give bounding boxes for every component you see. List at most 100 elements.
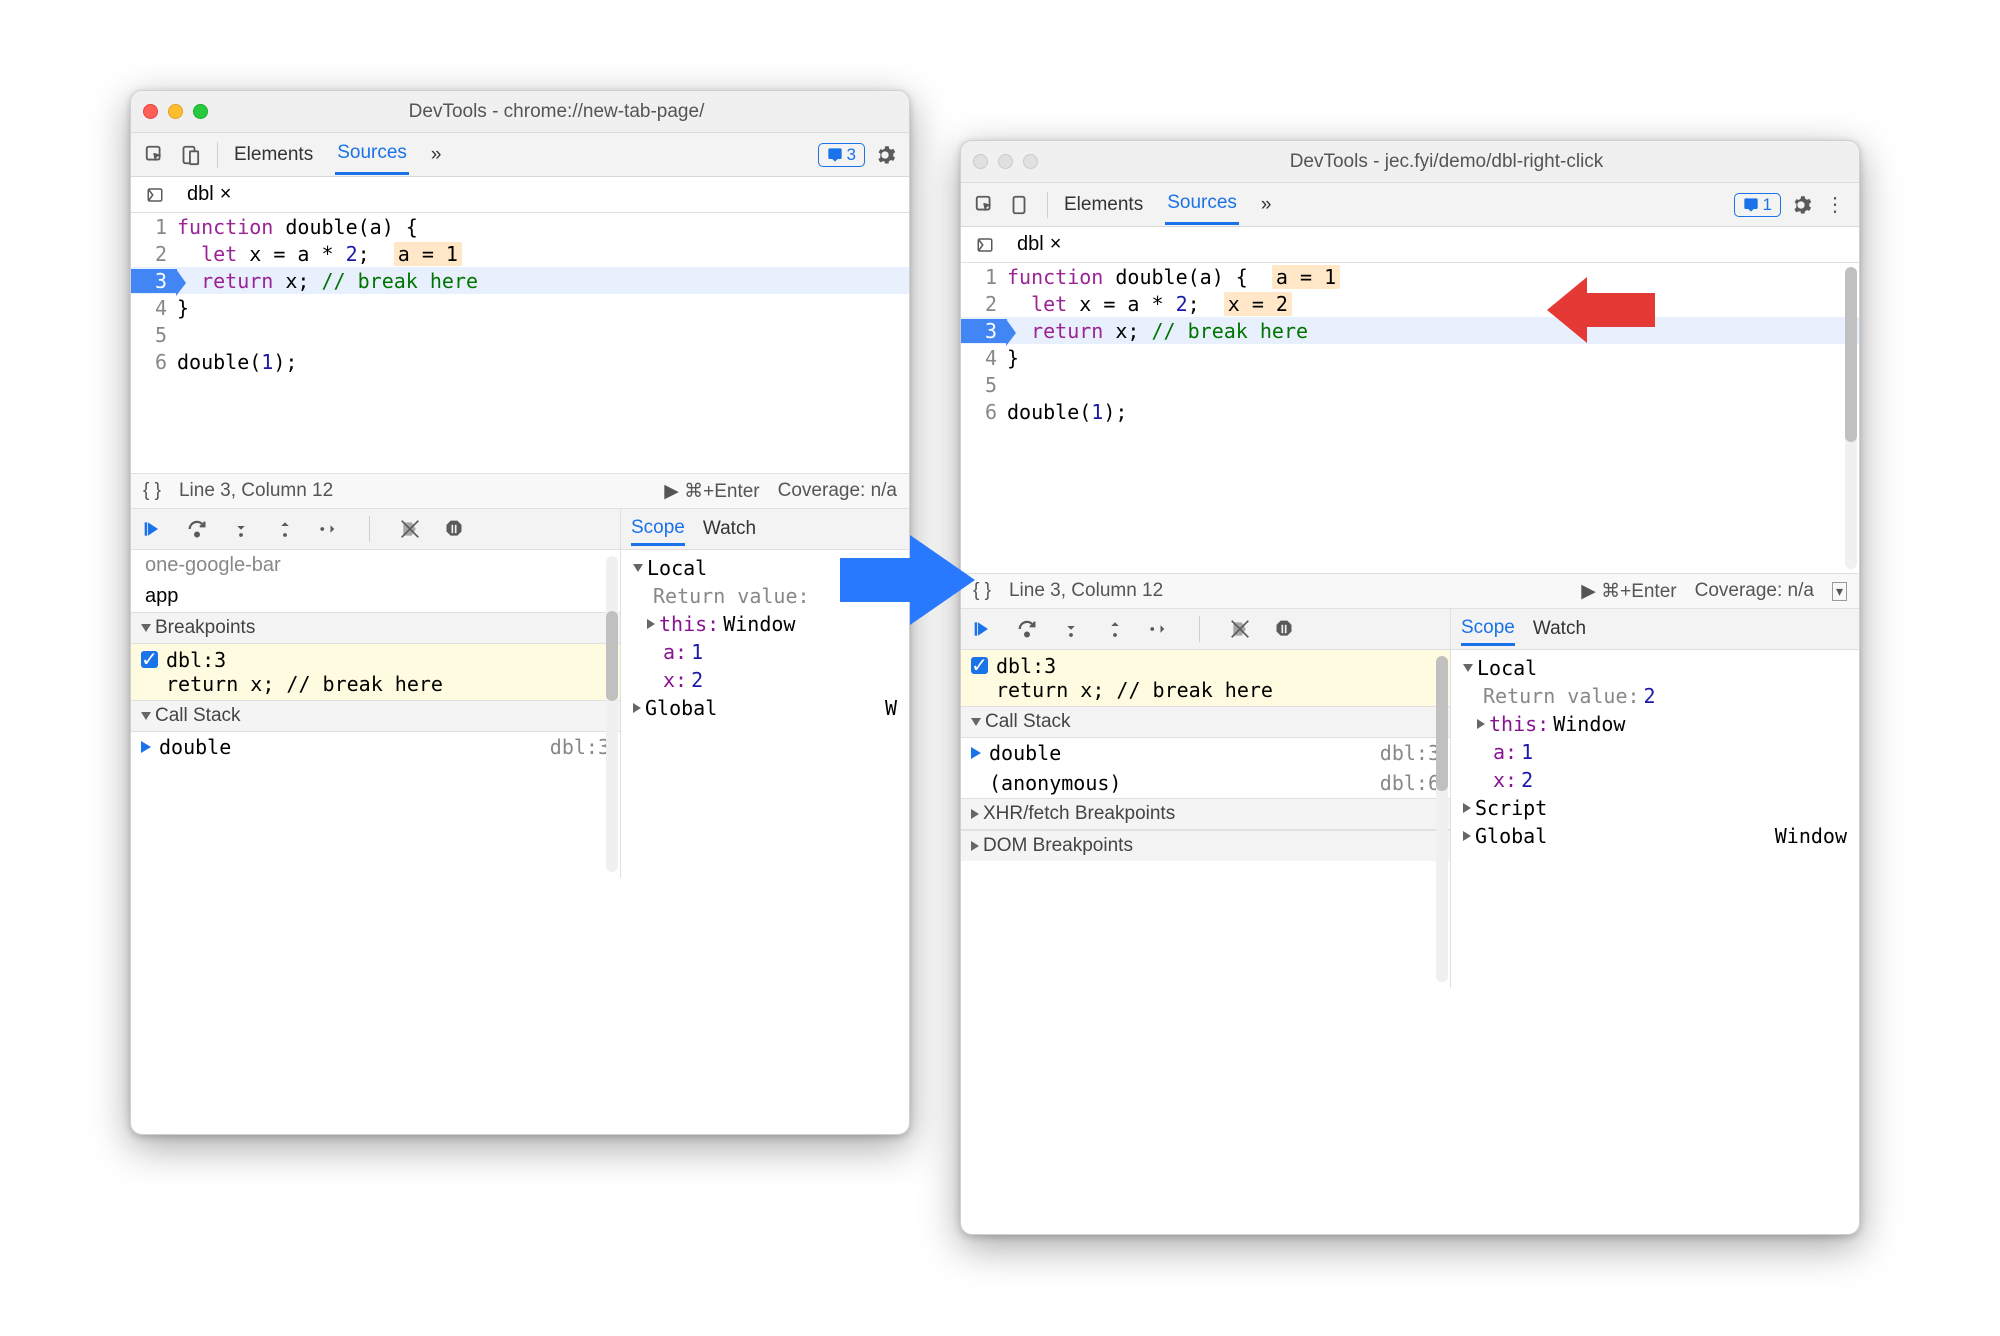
xhr-breakpoints-header[interactable]: XHR/fetch Breakpoints bbox=[961, 798, 1450, 830]
navigator-icon[interactable] bbox=[142, 182, 167, 207]
chevron-right-icon bbox=[633, 703, 641, 713]
scope-global[interactable]: GlobalW bbox=[623, 694, 907, 722]
inline-value-a: a = 1 bbox=[1272, 265, 1340, 289]
navigator-icon[interactable] bbox=[972, 232, 997, 257]
callstack-header[interactable]: Call Stack bbox=[131, 700, 620, 732]
main-toolbar: Elements Sources » 1 ⋮ bbox=[961, 183, 1859, 227]
expand-icon[interactable]: ▾ bbox=[1832, 582, 1847, 601]
current-frame-icon bbox=[141, 741, 151, 753]
device-icon[interactable] bbox=[175, 141, 203, 169]
tab-scope[interactable]: Scope bbox=[631, 517, 685, 546]
stack-frame[interactable]: double dbl:3 bbox=[961, 738, 1450, 768]
code-editor[interactable]: 1function double(a) { a = 1 2 let x = a … bbox=[961, 263, 1859, 573]
scope-var-x[interactable]: x: 2 bbox=[1453, 766, 1857, 794]
debugger-toolbar bbox=[131, 508, 620, 550]
scope-this[interactable]: this: Window bbox=[1453, 710, 1857, 738]
window-close[interactable] bbox=[973, 154, 988, 169]
chevron-right-icon bbox=[1463, 803, 1471, 813]
scrollbar[interactable] bbox=[1845, 267, 1857, 569]
tab-watch[interactable]: Watch bbox=[1533, 618, 1586, 640]
inspect-icon[interactable] bbox=[971, 191, 999, 219]
titlebar[interactable]: DevTools - jec.fyi/demo/dbl-right-click bbox=[961, 141, 1859, 183]
editor-statusbar: { } Line 3, Column 12 ▶ ⌘+Enter Coverage… bbox=[961, 573, 1859, 608]
device-icon[interactable] bbox=[1005, 191, 1033, 219]
titlebar[interactable]: DevTools - chrome://new-tab-page/ bbox=[131, 91, 909, 133]
window-maximize[interactable] bbox=[193, 104, 208, 119]
deactivate-bp-icon[interactable] bbox=[1228, 617, 1252, 641]
tab-more[interactable]: » bbox=[429, 136, 444, 174]
issues-badge[interactable]: 3 bbox=[818, 143, 865, 167]
tab-watch[interactable]: Watch bbox=[703, 518, 756, 540]
resume-icon[interactable] bbox=[141, 517, 165, 541]
step-into-icon[interactable] bbox=[229, 517, 253, 541]
pause-exception-icon[interactable] bbox=[442, 517, 466, 541]
scrollbar[interactable] bbox=[1436, 656, 1448, 982]
tab-elements[interactable]: Elements bbox=[1062, 186, 1145, 224]
debugger-toolbar bbox=[961, 608, 1450, 650]
chevron-down-icon bbox=[971, 718, 981, 726]
more-icon[interactable]: ⋮ bbox=[1821, 191, 1849, 219]
scope-global[interactable]: GlobalWindow bbox=[1453, 822, 1857, 850]
inspect-icon[interactable] bbox=[141, 141, 169, 169]
cursor-position: Line 3, Column 12 bbox=[1009, 580, 1163, 602]
scope-var-a[interactable]: a: 1 bbox=[1453, 738, 1857, 766]
chevron-right-icon bbox=[971, 809, 979, 819]
callstack-header[interactable]: Call Stack bbox=[961, 706, 1450, 738]
step-into-icon[interactable] bbox=[1059, 617, 1083, 641]
window-title: DevTools - jec.fyi/demo/dbl-right-click bbox=[1046, 151, 1847, 173]
deactivate-bp-icon[interactable] bbox=[398, 517, 422, 541]
tab-scope[interactable]: Scope bbox=[1461, 617, 1515, 646]
tab-more[interactable]: » bbox=[1259, 186, 1274, 224]
inline-value-a: a = 1 bbox=[394, 242, 462, 266]
stack-frame[interactable]: double dbl:3 bbox=[131, 732, 620, 762]
dom-breakpoints-header[interactable]: DOM Breakpoints bbox=[961, 830, 1450, 861]
main-toolbar: Elements Sources » 3 bbox=[131, 133, 909, 177]
tab-elements[interactable]: Elements bbox=[232, 136, 315, 174]
chevron-down-icon bbox=[1463, 664, 1473, 672]
scope-tabbar: Scope Watch bbox=[1451, 608, 1859, 650]
transition-arrow-icon bbox=[840, 530, 980, 635]
current-frame-icon bbox=[971, 747, 981, 759]
cursor-position: Line 3, Column 12 bbox=[179, 480, 333, 502]
breakpoint-item[interactable]: ✓ dbl:3 return x; // break here bbox=[131, 644, 620, 700]
window-minimize[interactable] bbox=[168, 104, 183, 119]
stack-frame[interactable]: (anonymous) dbl:6 bbox=[961, 768, 1450, 798]
issues-badge[interactable]: 1 bbox=[1734, 193, 1781, 217]
braces-icon[interactable]: { } bbox=[143, 480, 161, 502]
scope-var-x[interactable]: x: 2 bbox=[623, 666, 907, 694]
breakpoint-item[interactable]: ✓ dbl:3 return x; // break here bbox=[961, 650, 1450, 706]
settings-icon[interactable] bbox=[1787, 191, 1815, 219]
pause-exception-icon[interactable] bbox=[1272, 617, 1296, 641]
scope-local[interactable]: Local bbox=[1453, 654, 1857, 682]
app-row[interactable]: app bbox=[131, 581, 620, 612]
breakpoint-checkbox[interactable]: ✓ bbox=[141, 651, 158, 668]
step-icon[interactable] bbox=[317, 517, 341, 541]
tab-sources[interactable]: Sources bbox=[335, 134, 409, 175]
code-editor[interactable]: 1function double(a) { 2 let x = a * 2; a… bbox=[131, 213, 909, 473]
file-tab-bar: dbl × bbox=[131, 177, 909, 213]
editor-statusbar: { } Line 3, Column 12 ▶ ⌘+Enter Coverage… bbox=[131, 473, 909, 508]
settings-icon[interactable] bbox=[871, 141, 899, 169]
breakpoint-checkbox[interactable]: ✓ bbox=[971, 657, 988, 674]
window-maximize[interactable] bbox=[1023, 154, 1038, 169]
breakpoints-header[interactable]: Breakpoints bbox=[131, 612, 620, 644]
close-icon[interactable]: × bbox=[1050, 233, 1062, 256]
chevron-down-icon bbox=[141, 712, 151, 720]
file-tab-dbl[interactable]: dbl× bbox=[1009, 231, 1069, 258]
step-over-icon[interactable] bbox=[1015, 617, 1039, 641]
inline-value-x: x = 2 bbox=[1224, 292, 1292, 316]
scrollbar[interactable] bbox=[606, 556, 618, 872]
step-over-icon[interactable] bbox=[185, 517, 209, 541]
step-out-icon[interactable] bbox=[273, 517, 297, 541]
step-icon[interactable] bbox=[1147, 617, 1171, 641]
tab-sources[interactable]: Sources bbox=[1165, 184, 1239, 225]
close-icon[interactable]: × bbox=[220, 183, 232, 206]
chevron-down-icon bbox=[633, 564, 643, 572]
scope-script[interactable]: Script bbox=[1453, 794, 1857, 822]
chevron-right-icon bbox=[1477, 719, 1485, 729]
window-close[interactable] bbox=[143, 104, 158, 119]
scope-var-a[interactable]: a: 1 bbox=[623, 638, 907, 666]
window-minimize[interactable] bbox=[998, 154, 1013, 169]
step-out-icon[interactable] bbox=[1103, 617, 1127, 641]
file-tab-dbl[interactable]: dbl × bbox=[179, 181, 239, 208]
